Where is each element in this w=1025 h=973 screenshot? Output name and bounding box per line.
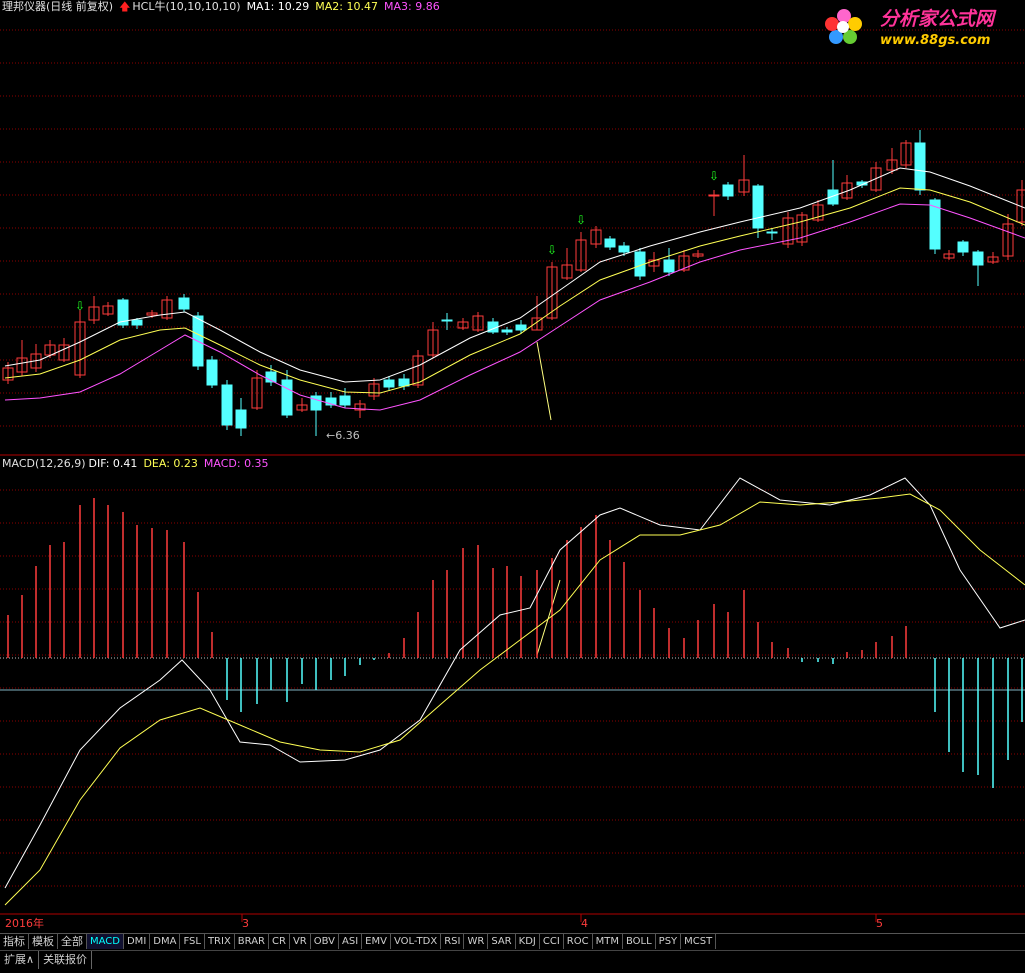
candle-body — [957, 241, 969, 253]
tab-brar[interactable]: BRAR — [235, 934, 269, 949]
pointer-line — [536, 341, 552, 421]
tab-rsi[interactable]: RSI — [441, 934, 465, 949]
candle-body — [235, 409, 247, 429]
date-label-may: 5 — [876, 917, 883, 930]
date-label-year: 2016年 — [5, 917, 44, 930]
ma2-value: MA2: 10.47 — [315, 0, 378, 13]
pointer-line — [536, 579, 561, 656]
candle-body — [515, 324, 527, 331]
indicator-label: HCL牛(10,10,10,10) — [132, 0, 241, 13]
candle-body — [914, 142, 926, 191]
candle-body — [501, 329, 513, 333]
tab-boll[interactable]: BOLL — [623, 934, 656, 949]
tab-psy[interactable]: PSY — [656, 934, 682, 949]
tab-macd[interactable]: MACD — [87, 934, 124, 949]
low-price-label: ←6.36 — [326, 429, 360, 442]
candle-body — [178, 297, 190, 310]
tab-全部[interactable]: 全部 — [58, 934, 87, 949]
bottom-tab-0[interactable]: 扩展∧ — [0, 951, 40, 969]
tab-wr[interactable]: WR — [464, 934, 489, 949]
ma3-line — [4, 203, 1025, 411]
tab-roc[interactable]: ROC — [564, 934, 593, 949]
tab-cci[interactable]: CCI — [540, 934, 564, 949]
date-label-april: 4 — [581, 917, 588, 930]
ma3-value: MA3: 9.86 — [384, 0, 440, 13]
candle-body — [206, 359, 218, 386]
macd-name: MACD(12,26,9) — [2, 457, 86, 470]
date-label-march: 3 — [242, 917, 249, 930]
bottom-tab-bar: 扩展∧ 关联报价 — [0, 950, 1025, 969]
price-header: 理邦仪器(日线 前复权) 🡅 HCL牛(10,10,10,10) MA1: 10.29… — [2, 0, 446, 14]
tab-trix[interactable]: TRIX — [205, 934, 235, 949]
tab-kdj[interactable]: KDJ — [516, 934, 540, 949]
indicator-tab-bar: 指标 模板 全部 MACD DMI DMA FSL TRIX BRAR CR VR OBV ASI EMV… — [0, 933, 1025, 950]
logo-url: www.88gs.com — [880, 33, 991, 48]
candle-body — [972, 251, 984, 266]
macd-header: MACD(12,26,9) DIF: 0.41 DEA: 0.23 MACD: 0.3… — [2, 457, 275, 471]
tab-cr[interactable]: CR — [269, 934, 290, 949]
buy-arrow-icon: ⇩ — [547, 243, 557, 257]
buy-arrow-icon: ⇩ — [75, 299, 85, 313]
candle-body — [221, 384, 233, 426]
chart-area[interactable]: ⇩ ⇩ ⇩ ⇩ 理邦仪器(日线 前复权) 🡅 HCL牛(10,10,10,10) MA1: … — [0, 0, 1025, 973]
tab-fsl[interactable]: FSL — [180, 934, 205, 949]
low-price-value: 6.36 — [335, 429, 360, 442]
dea-line — [4, 493, 1025, 906]
ma2-line — [4, 187, 1025, 394]
candle-body — [281, 379, 293, 416]
dif-value: DIF: 0.41 — [88, 457, 138, 470]
candle-body — [663, 259, 675, 273]
tab-dma[interactable]: DMA — [150, 934, 181, 949]
logo-title: 分析家公式网 — [880, 8, 995, 30]
candle-body — [441, 319, 453, 322]
tab-emv[interactable]: EMV — [362, 934, 391, 949]
tab-vr[interactable]: VR — [290, 934, 311, 949]
candle-body — [766, 231, 778, 234]
tab-sar[interactable]: SAR — [488, 934, 516, 949]
tab-mcst[interactable]: MCST — [681, 934, 717, 949]
candle-body — [339, 395, 351, 406]
buy-arrow-icon: ⇩ — [709, 169, 719, 183]
tab-模板[interactable]: 模板 — [29, 934, 58, 949]
candle-body — [383, 379, 395, 388]
candle-body — [708, 194, 720, 197]
candle-body — [131, 319, 143, 326]
tab-asi[interactable]: ASI — [339, 934, 363, 949]
buy-arrow-icon: ⇩ — [576, 213, 586, 227]
candle-body — [618, 245, 630, 253]
dif-line — [4, 477, 1025, 889]
up-arrow-icon: 🡅 — [119, 0, 131, 13]
tab-指标[interactable]: 指标 — [0, 934, 29, 949]
candle-body — [604, 238, 616, 248]
ma1-line — [4, 167, 1025, 383]
bottom-tab-1[interactable]: 关联报价 — [39, 951, 93, 969]
flower-icon — [825, 9, 862, 44]
macd-value: MACD: 0.35 — [203, 457, 269, 470]
stock-name: 理邦仪器(日线 前复权) — [2, 0, 114, 13]
tab-vol-tdx[interactable]: VOL-TDX — [391, 934, 442, 949]
candle-body — [752, 185, 764, 229]
ma1-value: MA1: 10.29 — [246, 0, 310, 13]
tab-obv[interactable]: OBV — [311, 934, 339, 949]
candle-body — [722, 184, 734, 197]
dea-value: DEA: 0.23 — [143, 457, 198, 470]
tab-mtm[interactable]: MTM — [593, 934, 623, 949]
tab-dmi[interactable]: DMI — [124, 934, 151, 949]
